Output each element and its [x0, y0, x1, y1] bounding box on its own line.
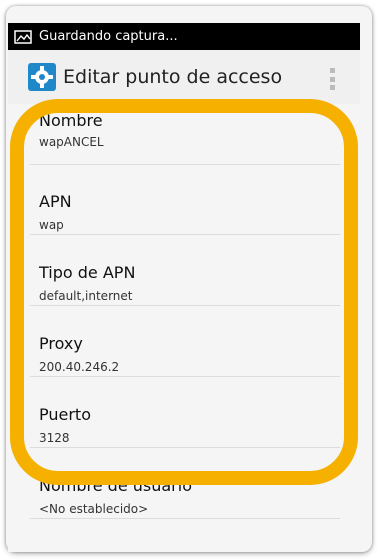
field-value: <No establecido>: [39, 502, 149, 516]
settings-gear-icon[interactable]: [28, 63, 56, 91]
overflow-menu-icon[interactable]: [330, 68, 336, 90]
status-notification-text: Guardando captura...: [39, 29, 178, 44]
status-bar: Guardando captura...: [8, 23, 360, 50]
page-title: Editar punto de acceso: [63, 66, 283, 88]
screenshot-icon: [14, 29, 32, 44]
highlight-annotation: [10, 99, 358, 485]
action-bar: Editar punto de acceso: [8, 50, 360, 104]
